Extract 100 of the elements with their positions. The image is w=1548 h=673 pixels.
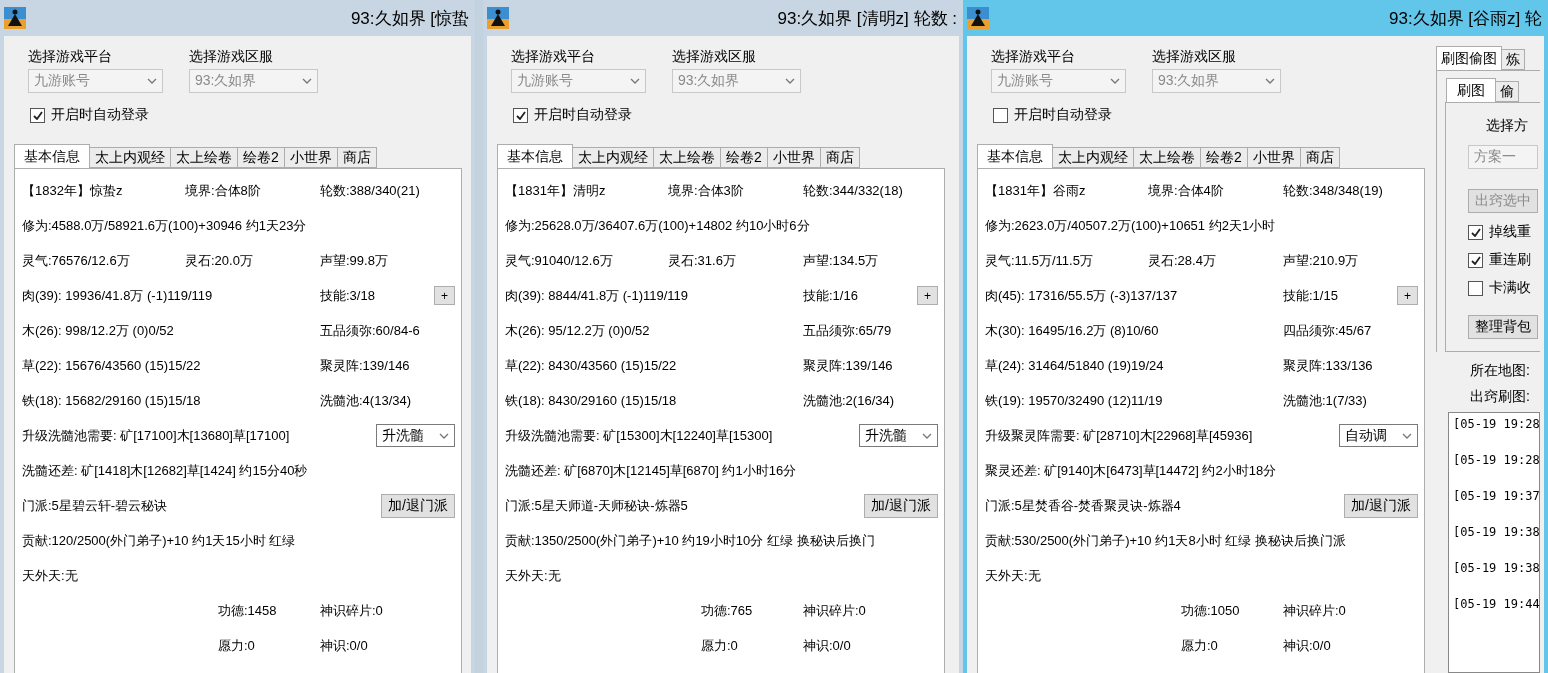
option-label: 卡满收 — [1489, 279, 1531, 297]
tab[interactable]: 基本信息 — [497, 144, 573, 168]
info-text: 灵石:28.4万 — [1148, 251, 1217, 270]
checkbox[interactable] — [30, 107, 45, 123]
info-text: 神识碎片:0 — [320, 601, 384, 620]
dropdown[interactable]: 升洗髓 — [859, 424, 938, 447]
info-text: 功德:1050 — [1180, 601, 1241, 620]
info-text: 草(22): 15676/43560 (15)15/22 — [22, 356, 202, 375]
info-text: 铁(19): 19570/32490 (12)11/19 — [985, 391, 1164, 410]
log-entry: [05-19 19:44 — [1453, 597, 1539, 611]
tab[interactable]: 炼 — [1501, 49, 1525, 70]
info-text: 肉(39): 19936/41.8万 (-1)119/119 — [22, 286, 214, 305]
chevron-down-icon — [1110, 78, 1120, 84]
info-text: 木(26): 998/12.2万 (0)0/52 — [22, 321, 175, 340]
info-text: 肉(45): 17316/55.5万 (-3)137/137 — [985, 286, 1179, 305]
checkbox[interactable] — [1468, 252, 1483, 268]
add-button[interactable]: + — [434, 286, 455, 305]
checkbox[interactable] — [1468, 224, 1483, 240]
info-text: 门派:5星天师道-天师秘诀-炼器5 — [505, 496, 689, 515]
info-text: 洗髓池:4(13/34) — [320, 391, 412, 410]
info-text: 升级聚灵阵需要: 矿[28710]木[22968]草[45936] — [985, 426, 1254, 445]
chevron-down-icon — [630, 78, 640, 84]
checkbox[interactable] — [513, 107, 528, 123]
info-text: 神识碎片:0 — [803, 601, 867, 620]
meditating-figure-icon — [967, 7, 989, 29]
info-text: 聚灵还差: 矿[9140]木[6473]草[14472] 约2小时18分 — [985, 461, 1278, 480]
info-text: 门派:5星焚香谷-焚香聚灵诀-炼器4 — [985, 496, 1182, 515]
log-entry: [05-19 19:38 — [1453, 525, 1539, 539]
tidy-bag-button[interactable]: 整理背包 — [1468, 315, 1538, 339]
info-text: 五品须弥:65/79 — [803, 321, 892, 340]
tab[interactable]: 太上绘卷 — [653, 147, 721, 168]
info-text: 修为:25628.0万/36407.6万(100)+14802 约10小时6分 — [505, 216, 811, 235]
checkmark-icon — [32, 110, 43, 120]
tab[interactable]: 小世界 — [766, 147, 821, 168]
option-label: 重连刷 — [1489, 251, 1531, 269]
info-text: 铁(18): 15682/29160 (15)15/18 — [22, 391, 202, 410]
info-text: 铁(18): 8430/29160 (15)15/18 — [505, 391, 678, 410]
tab[interactable]: 小世界 — [1246, 147, 1301, 168]
window-title: 93:久如界 [惊蛰 — [350, 7, 470, 30]
info-text: 【1831年】谷雨z — [985, 181, 1087, 200]
info-text: 升级洗髓池需要: 矿[15300]木[12240]草[15300] — [505, 426, 774, 445]
info-text: 聚灵阵:139/146 — [320, 356, 410, 375]
tab[interactable]: 商店 — [336, 147, 377, 168]
tab[interactable]: 商店 — [1299, 147, 1340, 168]
info-text: 轮数:344/332(18) — [803, 181, 904, 200]
tab[interactable]: 刷图 — [1446, 78, 1496, 102]
tab[interactable]: 太上内观经 — [1052, 147, 1134, 168]
scheme-label: 选择方 — [1485, 117, 1529, 135]
checkbox[interactable] — [993, 107, 1008, 123]
tab[interactable]: 刷图偷图 — [1436, 46, 1502, 70]
log-entry: [05-19 19:37 — [1453, 489, 1539, 503]
info-text: 升级洗髓池需要: 矿[17100]木[13680]草[17100] — [22, 426, 291, 445]
tab[interactable]: 商店 — [819, 147, 860, 168]
auto-login-label: 开启时自动登录 — [534, 106, 632, 124]
tab[interactable]: 太上内观经 — [89, 147, 171, 168]
join-leave-button[interactable]: 加/退门派 — [1344, 493, 1418, 518]
route-label: 出窍刷图: — [1469, 387, 1531, 406]
tab[interactable]: 太上内观经 — [572, 147, 654, 168]
tab[interactable]: 绘卷2 — [720, 147, 768, 168]
join-leave-button[interactable]: 加/退门派 — [381, 493, 455, 518]
tab[interactable]: 太上绘卷 — [170, 147, 238, 168]
dropdown[interactable]: 自动调 — [1339, 424, 1418, 447]
info-text: 洗髓池:1(7/33) — [1283, 391, 1367, 410]
tab[interactable]: 基本信息 — [14, 144, 90, 168]
tab[interactable]: 绘卷2 — [237, 147, 285, 168]
join-leave-button[interactable]: 加/退门派 — [864, 493, 938, 518]
info-text: 聚灵阵:133/136 — [1283, 356, 1373, 375]
tab[interactable]: 偷 — [1495, 81, 1519, 102]
info-text: 【1831年】清明z — [505, 181, 607, 200]
log-entry: [05-19 19:38 — [1453, 561, 1539, 575]
info-text: 四品须弥:45/67 — [1283, 321, 1372, 340]
checkbox[interactable] — [1468, 280, 1483, 296]
auto-login-label: 开启时自动登录 — [1014, 106, 1112, 124]
info-text: 贡献:120/2500(外门弟子)+10 约1天15小时 红绿 — [22, 531, 297, 550]
tab[interactable]: 小世界 — [283, 147, 338, 168]
info-text: 木(26): 95/12.2万 (0)0/52 — [505, 321, 651, 340]
meditating-figure-icon — [487, 7, 509, 29]
info-text: 技能:1/15 — [1283, 286, 1338, 305]
server-label: 选择游戏区服 — [672, 48, 756, 66]
checkmark-icon — [1470, 227, 1481, 237]
tab[interactable]: 太上绘卷 — [1133, 147, 1201, 168]
add-button[interactable]: + — [1397, 286, 1418, 305]
info-text: 技能:3/18 — [320, 286, 375, 305]
info-text: 声望:99.8万 — [320, 251, 389, 270]
info-text: 神识:0/0 — [320, 636, 369, 655]
info-text: 天外天:无 — [22, 566, 79, 585]
info-text: 愿力:0 — [217, 636, 256, 655]
server-label: 选择游戏区服 — [1152, 48, 1236, 66]
chevron-down-icon — [922, 432, 932, 439]
info-text: 门派:5星碧云轩-碧云秘诀 — [22, 496, 169, 515]
add-button[interactable]: + — [917, 286, 938, 305]
tab[interactable]: 基本信息 — [977, 144, 1053, 168]
dropdown[interactable]: 升洗髓 — [376, 424, 455, 447]
chevron-down-icon — [439, 432, 449, 439]
platform-label: 选择游戏平台 — [991, 48, 1075, 66]
info-text: 洗髓还差: 矿[6870]木[12145]草[6870] 约1小时16分 — [505, 461, 798, 480]
info-text: 境界:合体4阶 — [1148, 181, 1225, 200]
chevron-down-icon — [785, 78, 795, 84]
tab[interactable]: 绘卷2 — [1200, 147, 1248, 168]
info-text: 轮数:348/348(19) — [1283, 181, 1384, 200]
